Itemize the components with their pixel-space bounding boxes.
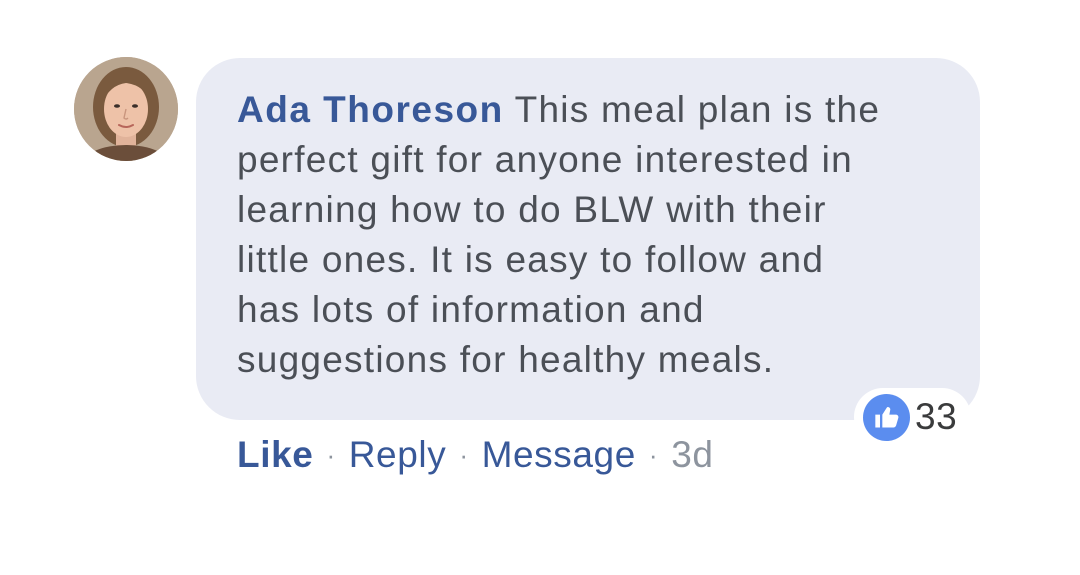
- separator: ·: [459, 439, 469, 470]
- message-link[interactable]: Message: [482, 434, 636, 476]
- comment-body: This meal plan is the perfect gift for a…: [237, 89, 881, 380]
- separator: ·: [648, 439, 659, 470]
- comment-author[interactable]: Ada Thoreson: [237, 89, 504, 130]
- avatar[interactable]: [74, 57, 178, 161]
- comment-timestamp[interactable]: 3d: [671, 434, 713, 476]
- comment-text: Ada Thoreson This meal plan is the perfe…: [237, 85, 950, 385]
- reply-link[interactable]: Reply: [349, 434, 447, 476]
- comment-bubble: Ada Thoreson This meal plan is the perfe…: [196, 58, 980, 420]
- like-link[interactable]: Like: [237, 434, 313, 476]
- reaction-count: 33: [915, 396, 958, 437]
- comment-actions: Like · Reply · Message · 3d: [237, 430, 714, 480]
- separator: ·: [326, 439, 336, 470]
- thumbs-up-icon: [863, 393, 910, 441]
- reaction-summary[interactable]: 33: [854, 388, 972, 446]
- avatar-image: [74, 57, 178, 161]
